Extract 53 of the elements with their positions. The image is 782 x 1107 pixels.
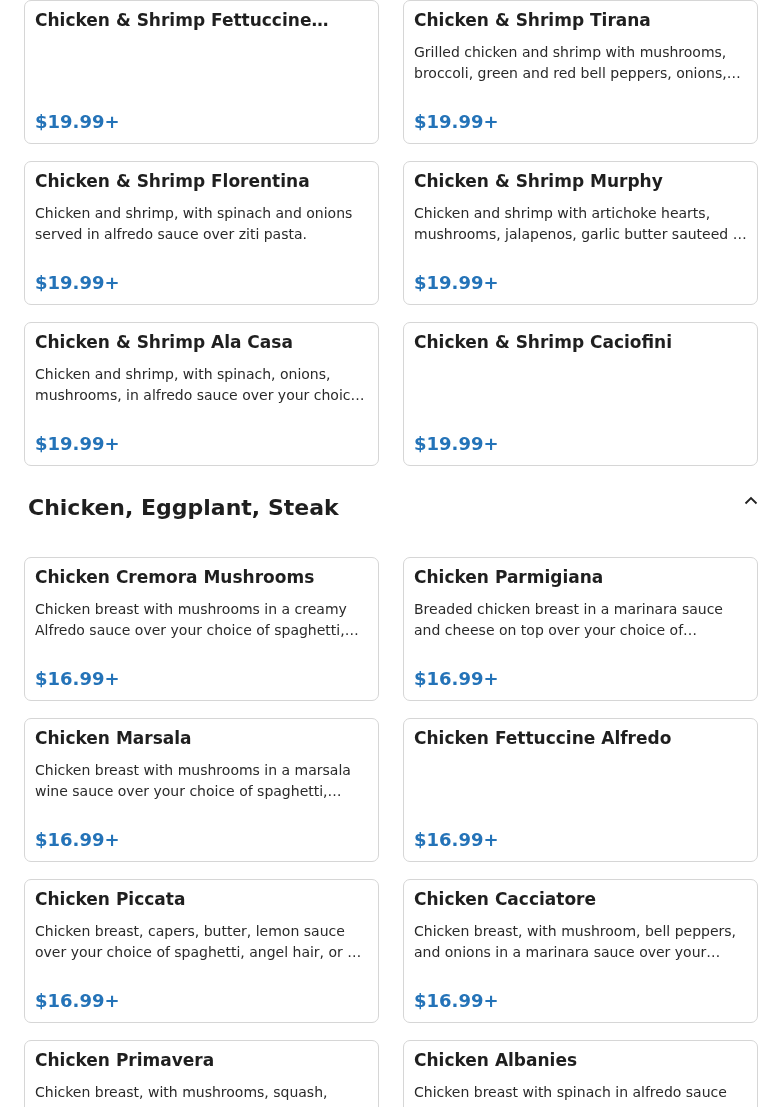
item-description: Chicken breast with spinach in alfredo sauce (414, 1083, 728, 1102)
menu-item-card[interactable]: Chicken & Shrimp Caciofini $19.99+ (403, 322, 758, 466)
item-price: $19.99+ (35, 433, 121, 455)
menu-item-card[interactable]: Chicken Piccata Chicken breast, capers, butter, lemon sauce over your choice of spaghetti, angel hair, or … $16.99+ (24, 879, 379, 1023)
item-price: $16.99+ (35, 668, 121, 690)
menu-item-card[interactable]: Chicken Cacciatore Chicken breast, with mushroom, bell peppers, and onions in a marinara sauce over your… $16.99+ (403, 879, 758, 1023)
item-name: Chicken Parmigiana (414, 566, 605, 588)
item-description: Chicken breast, with mushroom, bell peppers, and onions in a marinara sauce over your… (414, 922, 738, 962)
item-name: Chicken & Shrimp Fettuccine… (35, 9, 330, 31)
item-description: Chicken and shrimp, with spinach, onions, mushrooms, in alfredo sauce over your choic… (35, 365, 366, 405)
menu-item-card[interactable]: Chicken & Shrimp Tirana Grilled chicken and shrimp with mushrooms, broccoli, green and red bell peppers, onions,… $19.99+ (403, 0, 758, 144)
menu-item-card[interactable]: Chicken Fettuccine Alfredo $16.99+ (403, 718, 758, 862)
item-name: Chicken & Shrimp Murphy (414, 170, 664, 192)
item-price: $16.99+ (414, 829, 500, 851)
item-description: Chicken breast, with mushrooms, squash, (35, 1083, 329, 1102)
menu-item-card[interactable]: Chicken Primavera Chicken breast, with mushrooms, squash, (24, 1040, 379, 1107)
menu-item-card[interactable]: Chicken Albanies Chicken breast with spinach in alfredo sauce (403, 1040, 758, 1107)
item-price: $16.99+ (414, 668, 500, 690)
item-name: Chicken Primavera (35, 1049, 216, 1071)
item-name: Chicken Fettuccine Alfredo (414, 727, 673, 749)
item-description: Breaded chicken breast in a marinara sauce and cheese on top over your choice of… (414, 600, 724, 640)
item-price: $16.99+ (35, 829, 121, 851)
item-name: Chicken Piccata (35, 888, 187, 910)
item-price: $19.99+ (414, 111, 500, 133)
menu-item-card[interactable]: Chicken & Shrimp Fettuccine… $19.99+ (24, 0, 379, 144)
item-description: Chicken breast with mushrooms in a marsala wine sauce over your choice of spaghetti,… (35, 761, 352, 801)
menu-item-card[interactable]: Chicken Marsala Chicken breast with mushrooms in a marsala wine sauce over your choice of spaghetti,… $16.99+ (24, 718, 379, 862)
item-price: $16.99+ (35, 990, 121, 1012)
item-name: Chicken Albanies (414, 1049, 579, 1071)
item-price: $19.99+ (35, 111, 121, 133)
item-name: Chicken & Shrimp Ala Casa (35, 331, 294, 353)
menu-item-card[interactable]: Chicken Parmigiana Breaded chicken breast in a marinara sauce and cheese on top over your choice of… $16.99+ (403, 557, 758, 701)
item-name: Chicken & Shrimp Caciofini (414, 331, 674, 353)
menu-item-card[interactable]: Chicken & Shrimp Ala Casa Chicken and shrimp, with spinach, onions, mushrooms, in alfredo sauce over your choic… $19.99+ (24, 322, 379, 466)
chevron-up-icon[interactable] (744, 496, 758, 505)
item-name: Chicken & Shrimp Tirana (414, 9, 652, 31)
item-name: Chicken Cacciatore (414, 888, 597, 910)
item-description: Grilled chicken and shrimp with mushrooms, broccoli, green and red bell peppers, onions,… (414, 43, 742, 83)
menu-item-card[interactable]: Chicken Cremora Mushrooms Chicken breast with mushrooms in a creamy Alfredo sauce over your choice of spaghetti,… $16.99+ (24, 557, 379, 701)
menu-item-card[interactable]: Chicken & Shrimp Florentina Chicken and shrimp, with spinach and onions served in alfredo sauce over ziti pasta. $19.99+ (24, 161, 379, 305)
item-description: Chicken and shrimp, with spinach and onions served in alfredo sauce over ziti pasta. (35, 204, 354, 244)
item-price: $19.99+ (35, 272, 121, 294)
item-price: $16.99+ (414, 990, 500, 1012)
item-name: Chicken Marsala (35, 727, 193, 749)
section-title: Chicken, Eggplant, Steak (28, 495, 339, 520)
item-description: Chicken and shrimp with artichoke hearts, mushrooms, jalapenos, garlic butter sauteed … (414, 204, 747, 244)
menu-item-card[interactable]: Chicken & Shrimp Murphy Chicken and shrimp with artichoke hearts, mushrooms, jalapenos, garlic butter sauteed … $19.99+ (403, 161, 758, 305)
item-name: Chicken & Shrimp Florentina (35, 170, 311, 192)
item-description: Chicken breast with mushrooms in a creamy Alfredo sauce over your choice of spaghetti,… (35, 600, 360, 640)
item-description: Chicken breast, capers, butter, lemon sauce over your choice of spaghetti, angel hair, or … (35, 922, 363, 962)
item-price: $19.99+ (414, 272, 500, 294)
item-price: $19.99+ (414, 433, 500, 455)
item-name: Chicken Cremora Mushrooms (35, 566, 316, 588)
